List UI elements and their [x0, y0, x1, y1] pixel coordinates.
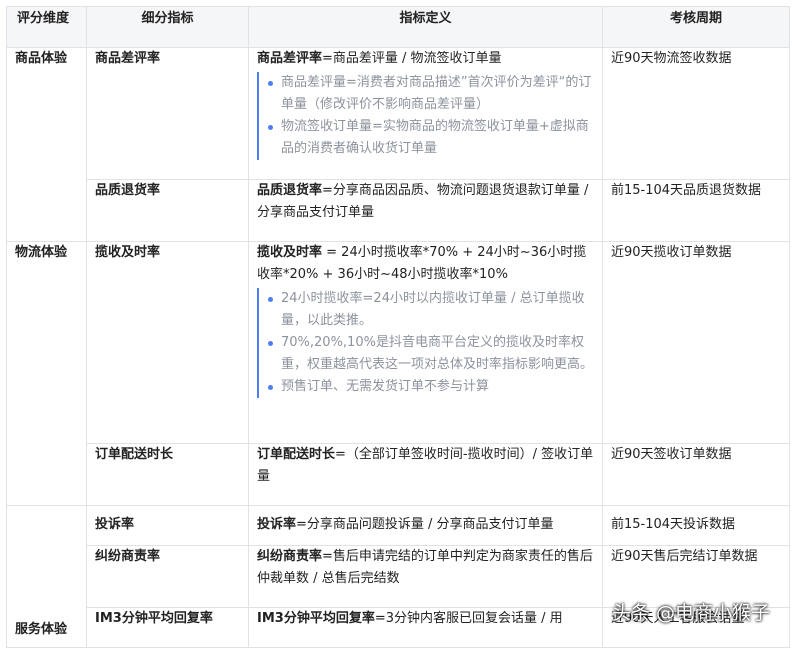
definition-text: =3分钟内客服已回复会话量 / 用: [374, 611, 563, 626]
definition-notes: 24小时揽收率=24小时以内揽收订单量 / 总订单揽收量，以此类推。 70%,2…: [257, 288, 594, 398]
definition-term: 纠纷商责率: [257, 549, 323, 564]
definition-term: IM3分钟平均回复率: [257, 611, 375, 626]
period-cell: 近90天签收订单数据: [602, 443, 790, 506]
definition-term: 商品差评率: [257, 51, 323, 66]
definition-cell: 揽收及时率 = 24小时揽收率*70% + 24小时~36小时揽收率*20% +…: [248, 241, 603, 444]
note-item: 24小时揽收率=24小时以内揽收订单量 / 总订单揽收量，以此类推。: [268, 288, 594, 332]
dimension-cell: 商品体验: [6, 47, 87, 242]
table-row: 服务体验 投诉率 投诉率=分享商品问题投诉量 / 分享商品支付订单量 前15-1…: [6, 505, 790, 648]
definition-cell: 投诉率=分享商品问题投诉量 / 分享商品支付订单量: [248, 505, 603, 546]
period-cell: 前15-104天投诉数据: [602, 505, 790, 546]
header-period: 考核周期: [602, 6, 790, 48]
table-row: 物流体验 揽收及时率 揽收及时率 = 24小时揽收率*70% + 24小时~36…: [6, 241, 790, 506]
dimension-cell: 服务体验: [6, 505, 87, 648]
header-dimension: 评分维度: [6, 6, 87, 48]
definition-text: =分享商品问题投诉量 / 分享商品支付订单量: [296, 517, 554, 532]
definition-cell: 纠纷商责率=售后申请完结的订单中判定为商家责任的售后仲裁单数 / 总售后完结数: [248, 545, 603, 608]
metric-cell: 品质退货率: [86, 179, 249, 242]
definition-text: =商品差评量 / 物流签收订单量: [322, 51, 502, 66]
header-definition: 指标定义: [248, 6, 603, 48]
note-item: 预售订单、无需发货订单不参与计算: [268, 376, 594, 398]
note-item: 70%,20%,10%是抖音电商平台定义的揽收及时率权重，权重越高代表这一项对总…: [268, 332, 594, 376]
table-row: 商品体验 商品差评率 商品差评率=商品差评量 / 物流签收订单量 商品差评量=消…: [6, 47, 790, 242]
period-cell: 前15-104天品质退货数据: [602, 179, 790, 242]
dimension-cell: 物流体验: [6, 241, 87, 506]
definition-cell: 品质退货率=分享商品因品质、物流问题退货退款订单量 / 分享商品支付订单量: [248, 179, 603, 242]
table-row: 品质退货率 品质退货率=分享商品因品质、物流问题退货退款订单量 / 分享商品支付…: [7, 179, 790, 242]
watermark: 头条 @电商小猴子: [612, 602, 771, 624]
metric-cell: 纠纷商责率: [86, 545, 249, 608]
period-cell: 近90天物流签收数据: [602, 47, 790, 180]
header-row: 评分维度 细分指标 指标定义 考核周期: [6, 6, 790, 48]
definition-term: 订单配送时长: [257, 447, 336, 462]
period-cell: 近90天揽收订单数据: [602, 241, 790, 444]
note-item: 商品差评量=消费者对商品描述”首次评价为差评“的订单量（修改评价不影响商品差评量…: [268, 72, 594, 116]
definition-term: 揽收及时率: [257, 245, 323, 260]
definition-term: 品质退货率: [257, 183, 323, 198]
definition-cell: 商品差评率=商品差评量 / 物流签收订单量 商品差评量=消费者对商品描述”首次评…: [248, 47, 603, 180]
metrics-table: 评分维度 细分指标 指标定义 考核周期 商品体验 商品差评率 商品差评率=商品差…: [6, 6, 790, 648]
header-metric: 细分指标: [86, 6, 249, 48]
metric-cell: 商品差评率: [86, 47, 249, 180]
metric-cell: 揽收及时率: [86, 241, 249, 444]
note-item: 物流签收订单量=实物商品的物流签收订单量+虚拟商品的消费者确认收货订单量: [268, 116, 594, 160]
metric-cell: 投诉率: [86, 505, 249, 546]
table-row: 订单配送时长 订单配送时长=（全部订单签收时间-揽收时间）/ 签收订单量 近90…: [7, 443, 790, 506]
definition-term: 投诉率: [257, 517, 297, 532]
definition-notes: 商品差评量=消费者对商品描述”首次评价为差评“的订单量（修改评价不影响商品差评量…: [257, 72, 594, 160]
metric-cell: 订单配送时长: [86, 443, 249, 506]
definition-cell: 订单配送时长=（全部订单签收时间-揽收时间）/ 签收订单量: [248, 443, 603, 506]
